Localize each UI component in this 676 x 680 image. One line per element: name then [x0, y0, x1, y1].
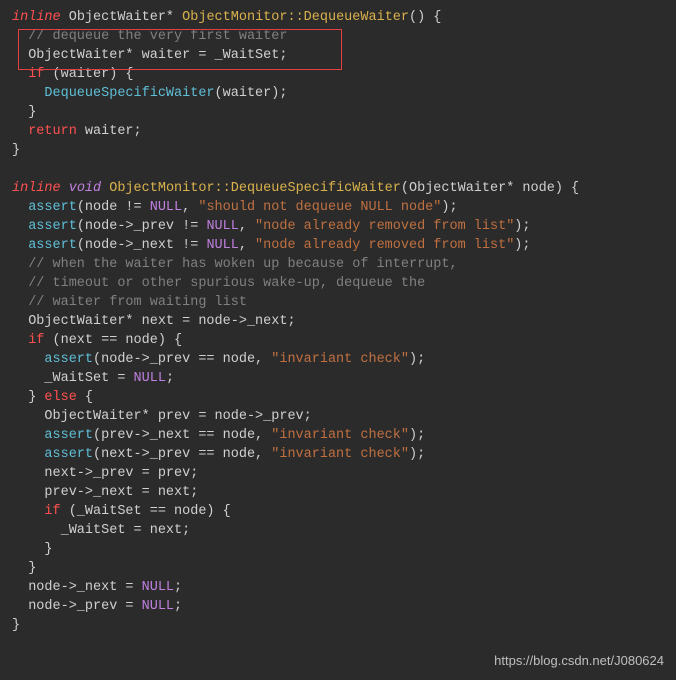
stmt: ObjectWaiter* waiter = _WaitSet; [28, 48, 287, 63]
brace: } [28, 105, 36, 120]
assert: assert [44, 447, 93, 462]
string: "invariant check" [271, 352, 409, 367]
string: "node already removed from list" [255, 238, 514, 253]
assert: assert [44, 352, 93, 367]
stmt: _WaitSet = next; [61, 523, 191, 538]
stmt: prev->_next = next; [44, 485, 198, 500]
fn-call: DequeueSpecificWaiter [44, 86, 214, 101]
return-type: ObjectWaiter* [69, 10, 174, 25]
function-name: ObjectMonitor::DequeueSpecificWaiter [109, 181, 401, 196]
null: NULL [150, 200, 182, 215]
null: NULL [206, 238, 238, 253]
kw-inline: inline [12, 181, 61, 196]
string: "invariant check" [271, 447, 409, 462]
kw-else: else [44, 390, 76, 405]
kw-if: if [44, 504, 60, 519]
stmt: ObjectWaiter* prev = node->_prev; [44, 409, 311, 424]
call-args: (waiter); [215, 86, 288, 101]
ret-val: waiter; [77, 124, 142, 139]
kw-void: void [69, 181, 101, 196]
kw-return: return [28, 124, 77, 139]
assert: assert [28, 200, 77, 215]
kw-inline: inline [12, 10, 61, 25]
assert: assert [44, 428, 93, 443]
brace: } [44, 542, 52, 557]
comment: // dequeue the very first waiter [28, 29, 287, 44]
sig-rest: () { [409, 10, 441, 25]
function-name: ObjectMonitor::DequeueWaiter [182, 10, 409, 25]
comment: // waiter from waiting list [28, 295, 247, 310]
watermark: https://blog.csdn.net/J080624 [494, 651, 664, 670]
comment: // when the waiter has woken up because … [28, 257, 457, 272]
if-cond: (waiter) { [44, 67, 133, 82]
null: NULL [142, 599, 174, 614]
kw-if: if [28, 333, 44, 348]
brace: } [28, 561, 36, 576]
comment: // timeout or other spurious wake-up, de… [28, 276, 425, 291]
kw-if: if [28, 67, 44, 82]
null: NULL [206, 219, 238, 234]
stmt: next->_prev = prev; [44, 466, 198, 481]
stmt: ObjectWaiter* next = node->_next; [28, 314, 295, 329]
null: NULL [134, 371, 166, 386]
sig-rest: (ObjectWaiter* node) { [401, 181, 579, 196]
brace: } [12, 618, 20, 633]
null: NULL [142, 580, 174, 595]
string: "invariant check" [271, 428, 409, 443]
brace: } [28, 390, 36, 405]
string: "node already removed from list" [255, 219, 514, 234]
string: "should not dequeue NULL node" [198, 200, 441, 215]
code-block: inline ObjectWaiter* ObjectMonitor::Dequ… [12, 8, 664, 635]
brace: } [12, 143, 20, 158]
assert: assert [28, 238, 77, 253]
assert: assert [28, 219, 77, 234]
